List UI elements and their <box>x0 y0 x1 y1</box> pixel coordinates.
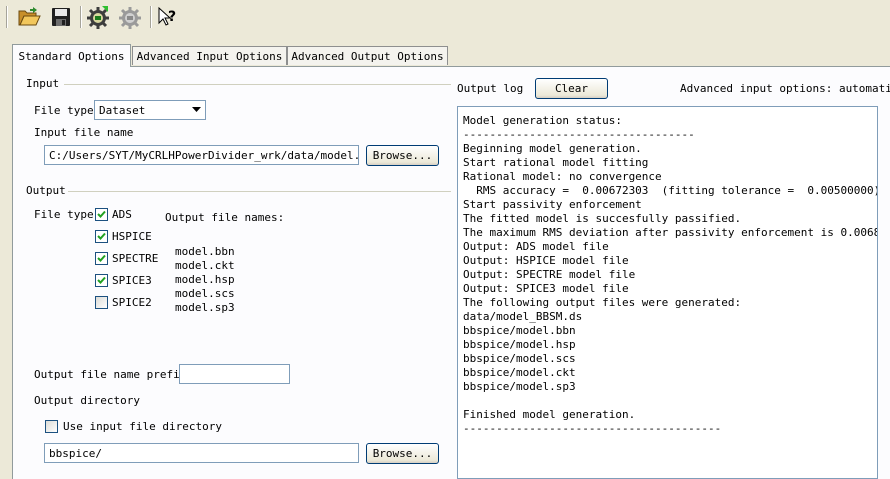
output-file-name-item: model.scs <box>175 287 235 300</box>
input-file-type-select[interactable]: Dataset <box>94 100 206 120</box>
stop-button[interactable] <box>118 4 144 30</box>
save-disk-icon <box>52 8 70 26</box>
input-file-name-value: C:/Users/SYT/MyCRLHPowerDivider_wrk/data… <box>49 148 359 162</box>
advanced-input-status: Advanced input options: automatic <box>680 82 890 95</box>
output-type-checkbox-spice2[interactable] <box>95 296 108 309</box>
toolbar-separator <box>80 6 82 28</box>
output-file-name-item: model.hsp <box>175 273 235 286</box>
log-line: Output: ADS model file <box>463 240 609 253</box>
log-line: data/model_BBSM.ds <box>463 310 583 323</box>
output-file-type-label: File type <box>34 208 94 221</box>
tab-label: Standard Options <box>18 49 125 63</box>
log-line: RMS accuracy = 0.00672303 (fitting toler… <box>463 184 878 197</box>
chevron-down-icon <box>191 107 201 112</box>
output-file-name-item: model.bbn <box>175 245 235 258</box>
input-browse-button[interactable]: Browse... <box>366 145 439 166</box>
log-line: ----------------------------------- <box>463 128 695 141</box>
generate-button[interactable] <box>86 4 112 30</box>
log-line: Start passivity enforcement <box>463 198 642 211</box>
input-group-label: Input <box>26 77 60 90</box>
output-prefix-label: Output file name prefix <box>34 368 187 381</box>
log-line: The fitted model is succesfully passifie… <box>463 212 742 225</box>
use-input-dir-label: Use input file directory <box>63 420 222 433</box>
output-group-label: Output <box>26 184 66 197</box>
output-browse-button[interactable]: Browse... <box>366 443 439 464</box>
log-line: Start rational model fitting <box>463 156 649 169</box>
output-type-checkbox-hspice[interactable] <box>95 230 108 243</box>
output-log-label: Output log <box>457 82 524 95</box>
toolbar-grip <box>6 6 8 28</box>
log-line: Finished model generation. <box>463 408 636 421</box>
tab-standard-options[interactable]: Standard Options <box>12 44 131 67</box>
output-type-label: SPECTRE <box>112 252 159 265</box>
stop-gear-icon <box>119 7 141 29</box>
open-folder-icon <box>18 7 41 26</box>
tab-label: Advanced Output Options <box>291 49 444 63</box>
whats-this-button[interactable]: ? <box>154 4 180 30</box>
output-log-textarea[interactable]: Model generation status: ----------------… <box>457 106 878 479</box>
clear-label: Clear <box>554 82 589 95</box>
save-button[interactable] <box>48 4 74 30</box>
input-file-type-value: Dataset <box>99 103 146 117</box>
log-line: bbspice/model.bbn <box>463 324 576 337</box>
input-file-type-label: File type <box>34 104 94 117</box>
log-line: Model generation status: <box>463 114 622 127</box>
output-directory-value: bbspice/ <box>49 446 102 460</box>
output-type-checkbox-spice3[interactable] <box>95 274 108 287</box>
output-type-checkbox-spectre[interactable] <box>95 252 108 265</box>
checkmark-icon <box>97 254 106 262</box>
open-button[interactable] <box>16 4 42 30</box>
combo-dropdown-button[interactable] <box>187 101 205 119</box>
toolbar-separator <box>150 6 152 28</box>
tab-advanced-input-options[interactable]: Advanced Input Options <box>132 46 287 65</box>
tab-advanced-output-options[interactable]: Advanced Output Options <box>287 46 448 65</box>
log-line: Output: SPECTRE model file <box>463 268 636 281</box>
output-file-name-item: model.sp3 <box>175 301 235 314</box>
output-type-checkbox-ads[interactable] <box>95 208 108 221</box>
clear-button[interactable]: Clear <box>535 78 608 99</box>
log-line: bbspice/model.hsp <box>463 338 576 351</box>
use-input-dir-checkbox[interactable] <box>45 420 58 433</box>
output-type-label: SPICE3 <box>112 274 152 287</box>
input-file-name-field[interactable]: C:/Users/SYT/MyCRLHPowerDivider_wrk/data… <box>44 145 359 165</box>
checkmark-icon <box>97 276 106 284</box>
output-file-names-label: Output file names: <box>165 211 285 224</box>
log-line: The maximum RMS deviation after passivit… <box>463 226 878 239</box>
output-directory-field[interactable]: bbspice/ <box>44 443 359 463</box>
log-line: Rational model: no convergence <box>463 170 662 183</box>
log-line: --------------------------------------- <box>463 422 722 435</box>
input-group-divider <box>64 84 451 85</box>
svg-text:?: ? <box>168 9 176 25</box>
output-group-divider <box>68 191 451 192</box>
log-line: bbspice/model.ckt <box>463 366 576 379</box>
output-type-label: SPICE2 <box>112 296 152 309</box>
browse-label: Browse... <box>372 447 433 460</box>
generate-model-gear-icon <box>87 6 109 29</box>
whats-this-help-icon: ? <box>158 6 176 26</box>
output-type-label: HSPICE <box>112 230 152 243</box>
output-directory-label: Output directory <box>34 394 140 407</box>
log-line: Output: SPICE3 model file <box>463 282 629 295</box>
toolbar: ? <box>0 0 890 34</box>
output-type-label: ADS <box>112 208 132 221</box>
log-line: bbspice/model.scs <box>463 352 576 365</box>
output-file-name-item: model.ckt <box>175 259 235 272</box>
log-line: The following output files were generate… <box>463 296 742 309</box>
log-line: Output: HSPICE model file <box>463 254 629 267</box>
log-line: Beginning model generation. <box>463 142 642 155</box>
input-file-name-label: Input file name <box>34 126 134 139</box>
checkmark-icon <box>97 232 106 240</box>
log-line: bbspice/model.sp3 <box>463 380 576 393</box>
checkmark-icon <box>97 210 106 218</box>
tab-label: Advanced Input Options <box>136 49 283 63</box>
output-prefix-field[interactable] <box>179 364 290 384</box>
browse-label: Browse... <box>372 149 433 162</box>
